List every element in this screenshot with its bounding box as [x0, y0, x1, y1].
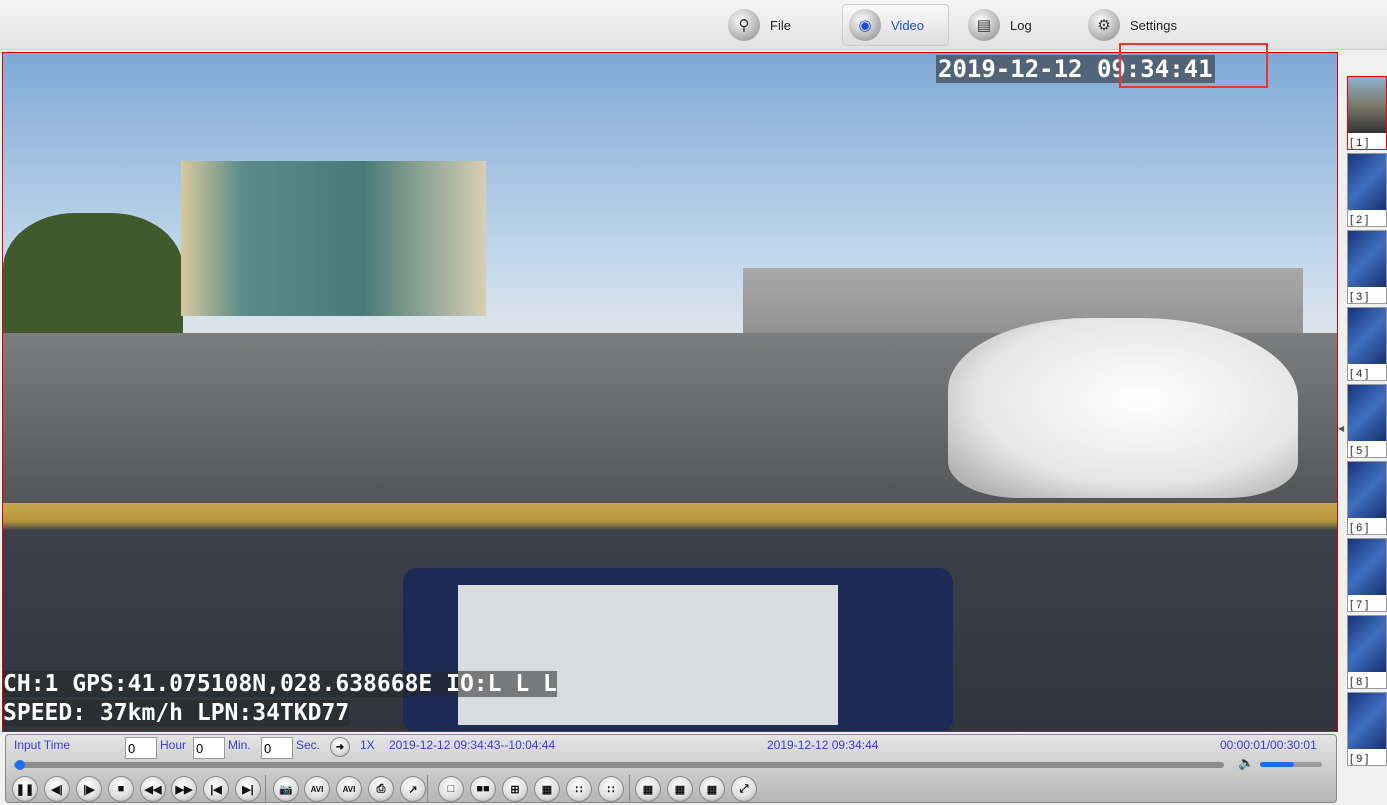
thumbnail-image [1348, 539, 1386, 595]
thumbnail-label: [ 9 ] [1350, 753, 1369, 765]
thumbnail-label: [ 7 ] [1350, 599, 1369, 611]
thumbnail-label: [ 8 ] [1350, 676, 1369, 688]
fullscreen-button[interactable]: ⤢ [731, 776, 757, 802]
divider [427, 775, 428, 803]
thumbnail-image [1348, 154, 1386, 210]
playback-controls: Input Time 0 Hour 0 Min. 0 Sec. ➜ 1X 201… [5, 734, 1337, 803]
step-forward-button[interactable]: |▶ [76, 776, 102, 802]
avi-batch-button[interactable]: AVI [336, 776, 362, 802]
rewind-button[interactable]: ◀◀ [140, 776, 166, 802]
channel-thumbnail[interactable]: [ 6 ] [1347, 461, 1387, 535]
current-time: 2019-12-12 09:34:44 [767, 738, 879, 752]
tab-file[interactable]: ⚲ File [728, 4, 791, 46]
layout-16-button[interactable]: ▦ [635, 776, 661, 802]
tab-video[interactable]: ◉ Video [842, 4, 950, 46]
layout-4-button[interactable]: ⊞ [502, 776, 528, 802]
volume-slider[interactable] [1260, 762, 1322, 767]
layout-25-button[interactable]: ▦ [667, 776, 693, 802]
divider [265, 775, 266, 803]
divider [629, 775, 630, 803]
gps-overlay: CH:1 GPS:41.075108N,028.638668E IO:L L L [3, 671, 557, 697]
layout-1-button[interactable]: □ [438, 776, 464, 802]
channel-thumbnail[interactable]: [ 8 ] [1347, 615, 1387, 689]
seek-handle[interactable] [15, 760, 26, 770]
sec-input[interactable]: 0 [261, 737, 293, 759]
camera-icon: ◉ [849, 9, 881, 41]
thumbnail-image [1348, 693, 1386, 749]
channel-thumbnail[interactable]: [ 3 ] [1347, 230, 1387, 304]
elapsed-time: 00:00:01/00:30:01 [1220, 738, 1317, 752]
search-icon: ⚲ [728, 9, 760, 41]
sec-label: Sec. [296, 738, 321, 752]
thumbnail-label: [ 6 ] [1350, 522, 1369, 534]
layout-9-button[interactable]: ∷ [566, 776, 592, 802]
layout-12-button[interactable]: ∷ [598, 776, 624, 802]
input-time-label: Input Time [14, 738, 71, 752]
log-icon: ▤ [968, 9, 1000, 41]
channel-thumbnail[interactable]: [ 2 ] [1347, 153, 1387, 227]
thumbnail-image [1348, 616, 1386, 672]
thumbnail-image [1348, 231, 1386, 287]
video-player[interactable]: 2019-12-12 09:34:41 CH:1 GPS:41.075108N,… [2, 52, 1338, 732]
channel-thumbnail[interactable]: [ 9 ] [1347, 692, 1387, 766]
pause-button[interactable]: ❚❚ [12, 776, 38, 802]
tab-settings[interactable]: ⚙ Settings [1088, 4, 1177, 46]
thumbnail-label: [ 5 ] [1350, 445, 1369, 457]
volume-icon[interactable]: 🔈 [1238, 755, 1254, 771]
thumbnail-image [1348, 77, 1386, 133]
thumbnail-panel: ◀ [ 1 ] 09: [ 2 ] [ 3 ] [ 4 ] [ 5 ] [ 6 ] [ 7 … [1338, 52, 1387, 805]
snapshot-button[interactable]: 📷 [273, 776, 299, 802]
go-button[interactable]: ➜ [330, 737, 350, 757]
avi-button[interactable]: AVI [304, 776, 330, 802]
layout-2-button[interactable]: ■■ [470, 776, 496, 802]
speed-label: 1X [360, 738, 375, 752]
thumbnail-label: [ 2 ] [1350, 214, 1369, 226]
skip-start-button[interactable]: |◀ [203, 776, 229, 802]
fast-forward-button[interactable]: ▶▶ [171, 776, 197, 802]
thumbnail-image [1348, 385, 1386, 441]
layout-6-button[interactable]: ▦ [534, 776, 560, 802]
min-input[interactable]: 0 [193, 737, 225, 759]
speed-overlay: SPEED: 37km/h LPN:34TKD77 [3, 700, 350, 726]
hour-input[interactable]: 0 [125, 737, 157, 759]
time-range: 2019-12-12 09:34:43--10:04:44 [389, 738, 556, 752]
seek-bar[interactable] [14, 760, 1224, 770]
collapse-arrow-icon[interactable]: ◀ [1338, 424, 1344, 433]
layout-36-button[interactable]: ▦ [699, 776, 725, 802]
step-back-button[interactable]: ◀| [44, 776, 70, 802]
gear-icon: ⚙ [1088, 9, 1120, 41]
print-button[interactable]: ⎙ [368, 776, 394, 802]
channel-thumbnail[interactable]: [ 7 ] [1347, 538, 1387, 612]
stop-button[interactable]: ■ [108, 776, 134, 802]
channel-thumbnail[interactable]: [ 4 ] [1347, 307, 1387, 381]
car-image [948, 318, 1298, 498]
thumbnail-image [1348, 308, 1386, 364]
skip-end-button[interactable]: ▶| [235, 776, 261, 802]
channel-thumbnail[interactable]: [ 1 ] 09: [1347, 76, 1387, 167]
hour-label: Hour [160, 738, 187, 752]
channel-thumbnail[interactable]: [ 5 ] [1347, 384, 1387, 458]
thumbnail-image [1348, 462, 1386, 518]
thumbnail-label: [ 3 ] [1350, 291, 1369, 303]
chart-button[interactable]: ↗ [400, 776, 426, 802]
highlight-box [1119, 43, 1268, 88]
thumbnail-label: [ 4 ] [1350, 368, 1369, 380]
min-label: Min. [228, 738, 251, 752]
tab-log[interactable]: ▤ Log [968, 4, 1032, 46]
